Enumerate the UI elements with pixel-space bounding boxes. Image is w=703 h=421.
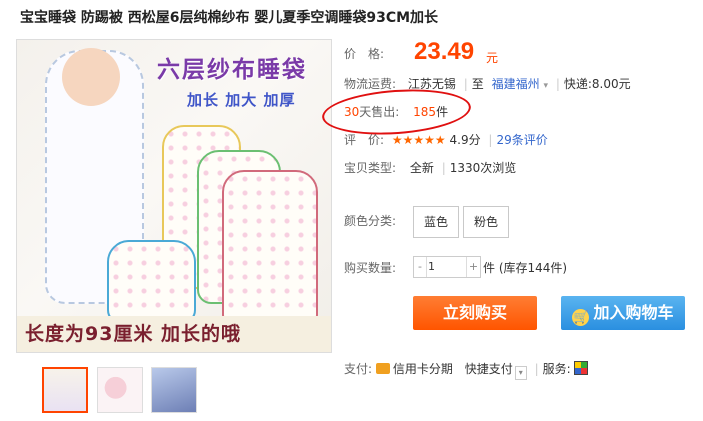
rating-stars-icon: ★★★★★ <box>391 133 446 147</box>
color-label-row: 颜色分类: <box>344 212 396 229</box>
baby-head-illustration <box>62 48 120 106</box>
image-subtitle-text: 加长 加大 加厚 <box>187 91 296 109</box>
price-label: 价 格: <box>344 47 385 61</box>
quantity-plus-button[interactable]: + <box>466 257 480 277</box>
price-row: 价 格: <box>344 45 384 62</box>
image-caption-text: 长度为93厘米 加长的哦 <box>25 323 242 345</box>
quantity-minus-button[interactable]: - <box>414 257 427 277</box>
condition-value: 全新 <box>409 161 434 175</box>
quantity-label-row: 购买数量: <box>344 259 396 276</box>
shipping-destination[interactable]: 福建福州 <box>492 77 540 91</box>
shipping-label: 物流运费: <box>344 77 397 91</box>
shipping-to-prefix: 至 <box>471 77 484 91</box>
type-row: 宝贝类型: 全新 | 1330次浏览 <box>344 161 517 175</box>
add-to-cart-label: 加入购物车 <box>593 303 674 322</box>
add-to-cart-button[interactable]: 🛒 加入购物车 <box>561 296 685 330</box>
views-count: 1330次浏览 <box>449 161 517 175</box>
dropdown-icon[interactable]: ▾ <box>514 366 527 380</box>
shipping-row: 物流运费: 江苏无锡 | 至 福建福州 ▾ | 快递:8.00元 <box>344 77 631 91</box>
rating-label: 评 价: <box>344 133 385 147</box>
color-option-blue[interactable]: 蓝色 <box>413 206 459 238</box>
rating-row: 评 价: ★★★★★ 4.9分 | 29条评价 <box>344 133 548 147</box>
quantity-stepper: - 1 + <box>413 256 481 278</box>
payment-label: 支付: <box>344 362 373 376</box>
main-product-image[interactable]: 六层纱布睡袋 加长 加大 加厚 长度为93厘米 加长的哦 <box>16 39 332 353</box>
reviews-link[interactable]: 29条评价 <box>496 133 547 147</box>
price-value: 23.49 <box>414 38 475 65</box>
color-option-pink[interactable]: 粉色 <box>463 206 509 238</box>
quantity-label: 购买数量: <box>344 261 397 275</box>
price-unit: 元 <box>486 51 499 65</box>
cart-icon: 🛒 <box>572 309 590 326</box>
thumbnail-2[interactable] <box>97 367 143 413</box>
quantity-input[interactable]: 1 <box>428 257 464 277</box>
type-label: 宝贝类型: <box>344 161 397 175</box>
service-label: 服务: <box>542 362 571 376</box>
shipping-express: 快递:8.00元 <box>563 77 631 91</box>
sleeping-bag-blue <box>107 240 196 324</box>
image-title-text: 六层纱布睡袋 <box>157 57 307 83</box>
credit-card-icon <box>375 363 390 374</box>
buy-now-button[interactable]: 立刻购买 <box>413 296 537 330</box>
product-title: 宝宝睡袋 防踢被 西松屋6层纯棉纱布 婴儿夏季空调睡袋93CM加长 <box>20 10 439 26</box>
credit-installment[interactable]: 信用卡分期 <box>393 362 453 376</box>
thumbnail-1[interactable] <box>42 367 88 413</box>
chevron-down-icon[interactable]: ▾ <box>543 81 548 91</box>
rating-score: 4.9分 <box>449 133 481 147</box>
color-label: 颜色分类: <box>344 214 397 228</box>
payment-row: 支付: 信用卡分期 快捷支付 ▾ | 服务: <box>344 360 589 380</box>
sleeping-bag-red <box>222 170 318 329</box>
service-icon[interactable] <box>574 361 589 375</box>
fast-payment[interactable]: 快捷支付 <box>465 362 513 376</box>
thumbnail-3[interactable] <box>151 367 197 413</box>
stock-text: 件 (库存144件) <box>483 261 568 275</box>
